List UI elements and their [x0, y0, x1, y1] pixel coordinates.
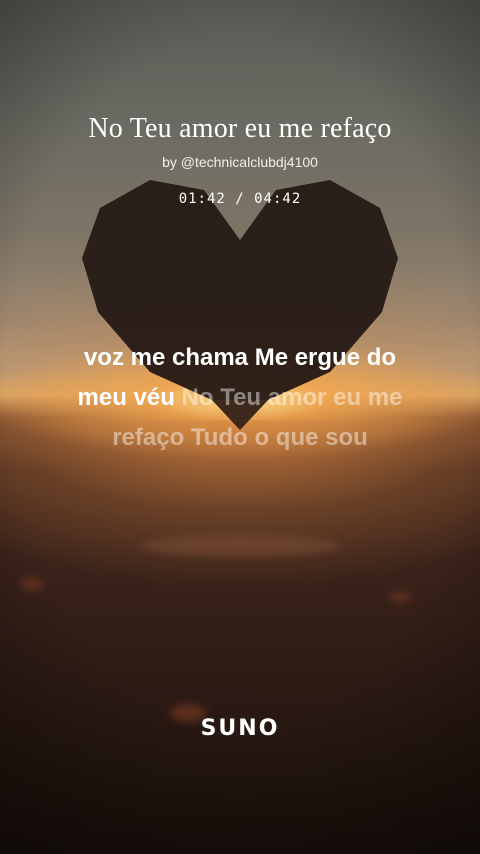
lyric-active: voz me chama Me ergue do: [83, 344, 397, 371]
lyric-active: meu véu: [77, 384, 175, 411]
artist-handle: by @technicalclubdj4100: [162, 154, 318, 170]
lyric-upcoming: refaço Tudo o que sou: [112, 424, 368, 451]
lyric-upcoming: No Teu amor eu me: [181, 384, 403, 411]
lyric-line: voz me chama Me ergue do: [40, 338, 440, 378]
playback-time: 01:42 / 04:42: [178, 191, 302, 207]
lyric-line: refaço Tudo o que sou: [40, 418, 440, 458]
lyrics-block: voz me chama Me ergue do meu véu No Teu …: [40, 338, 440, 458]
song-title: No Teu amor eu me refaço: [88, 113, 392, 144]
suno-logo: SUNO: [200, 716, 280, 741]
lyric-line: meu véu No Teu amor eu me: [40, 378, 440, 418]
